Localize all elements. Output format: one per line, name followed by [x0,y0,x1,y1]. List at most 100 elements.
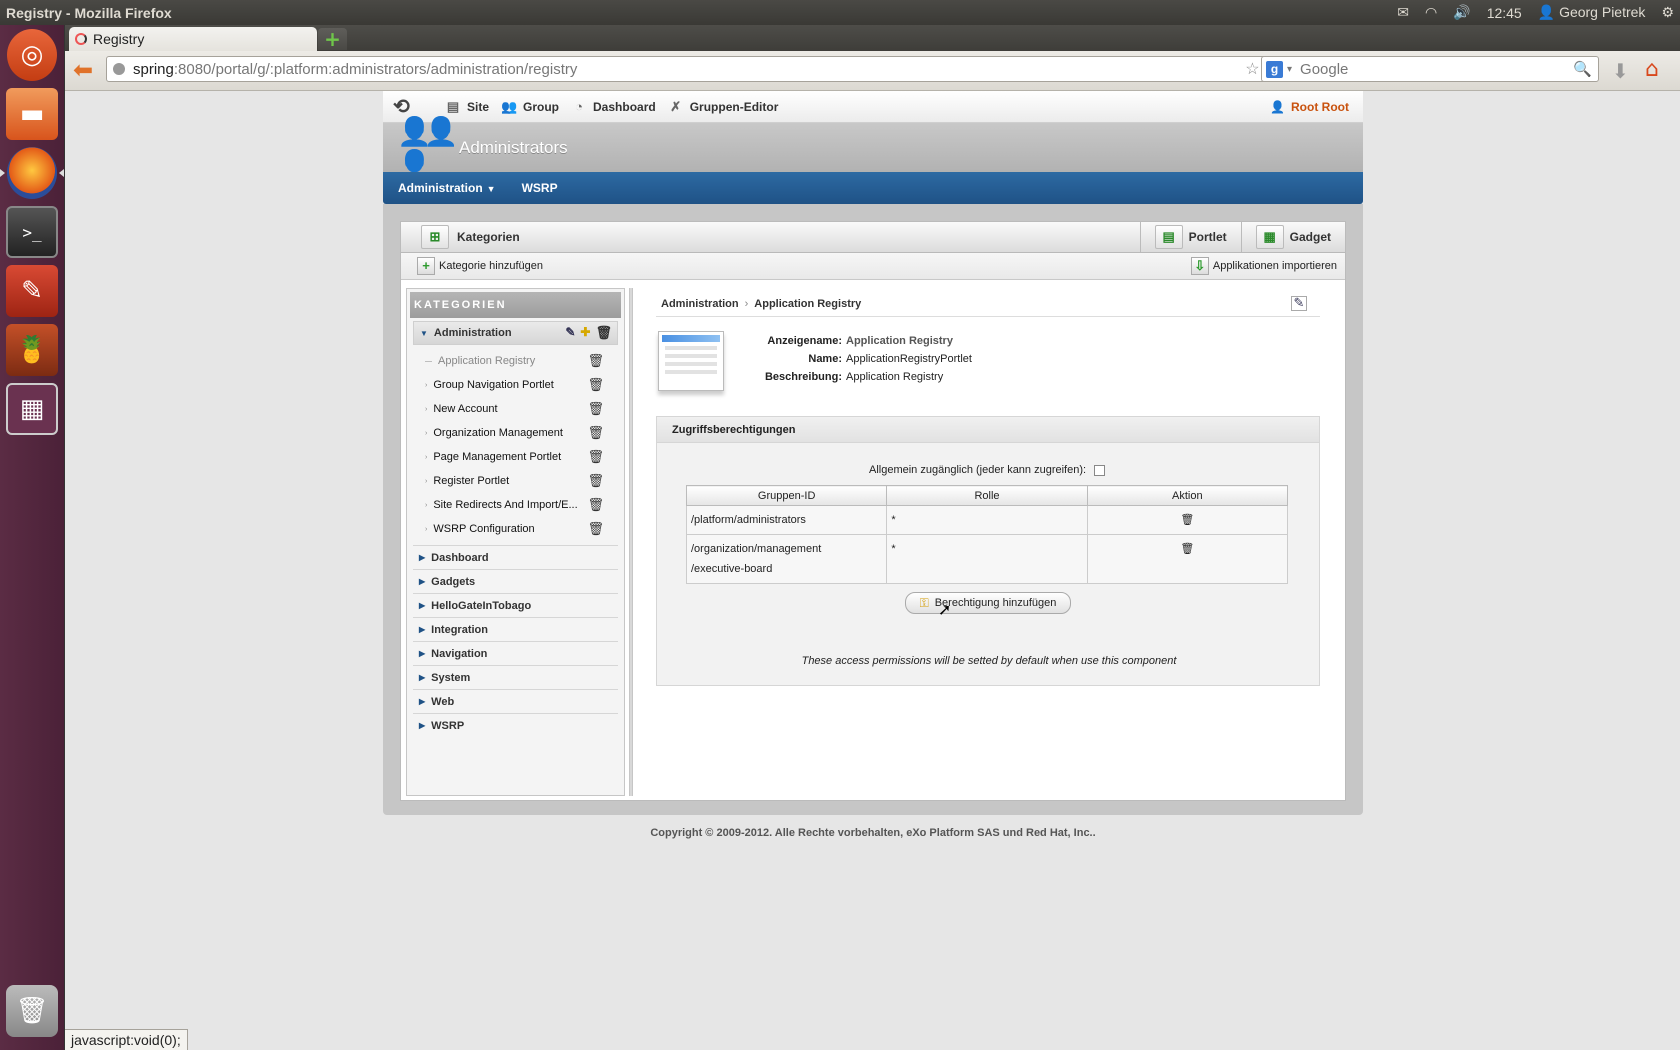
add-category-button[interactable]: + Kategorie hinzufügen [417,257,543,275]
delete-application-icon[interactable]: 🗑 [587,401,604,417]
application-item[interactable]: › Organization Management 🗑 [413,421,618,445]
tab-portlet[interactable]: ▤ Portlet [1139,222,1241,252]
add-permission-label: Berechtigung hinzufügen [934,597,1057,609]
system-settings-icon[interactable]: ✎ [6,265,58,317]
gear-icon[interactable]: ⚙ [1661,4,1674,21]
files-icon[interactable]: ▬ [6,88,58,140]
application-registry-portlet: ⊞ Kategorien ▤ Portlet ▦ Gadget + Kategorie… [400,221,1346,801]
application-item[interactable]: › WSRP Configuration 🗑 [413,517,618,541]
category-item[interactable]: ▶ Dashboard [413,545,618,569]
search-bar[interactable]: g ▾ Google 🔍 [1261,56,1599,82]
cocktail-app-icon[interactable]: 🍍 [6,324,58,376]
nav-administration-label: Administration [398,181,483,195]
role-cell: * [886,505,1088,535]
toolbar-site-label: Site [467,99,490,114]
category-item[interactable]: ▶ Integration [413,617,618,641]
add-category-label: Kategorie hinzufügen [439,260,543,272]
user-icon: 👤 [1537,4,1556,20]
public-access-row: Allgemein zugänglich (jeder kann zugreif… [869,464,1106,476]
category-item-label: Integration [431,623,488,636]
import-applications-button[interactable]: ⇩ Applikationen importieren [1190,257,1337,275]
category-item[interactable]: ▶ Gadgets [413,569,618,593]
url-bar[interactable]: spring:8080/portal/g/:platform:administr… [106,56,1308,82]
application-item[interactable]: › Site Redirects And Import/E... 🗑 [413,493,618,517]
delete-permission-icon[interactable]: 🗑 [1180,514,1194,526]
application-item[interactable]: › Register Portlet 🗑 [413,469,618,493]
delete-application-icon[interactable]: 🗑 [587,353,604,369]
public-access-label: Allgemein zugänglich (jeder kann zugreif… [869,464,1087,476]
category-item[interactable]: ▶ HelloGateInTobago [413,593,618,617]
category-item[interactable]: ▶ Web [413,689,618,713]
wifi-icon[interactable]: ◠ [1425,4,1437,21]
edit-application-icon[interactable]: ✎ [1291,296,1307,311]
toolbar-site[interactable]: ▤ Site [445,99,489,115]
delete-permission-icon[interactable]: 🗑 [1180,543,1194,555]
clock[interactable]: 12:45 [1487,5,1522,21]
search-icon[interactable]: 🔍 [1573,60,1592,78]
delete-application-icon[interactable]: 🗑 [587,377,604,393]
portal-user-menu[interactable]: 👤 Root Root [1270,100,1349,114]
toolbar-group-editor[interactable]: ✗ Gruppen-Editor [668,99,778,115]
nav-administration[interactable]: Administration ▼ [398,181,496,195]
back-button[interactable]: ⬅ [69,57,97,85]
sidebar-heading: KATEGORIEN [410,292,621,318]
application-item[interactable]: ― Application Registry 🗑 [413,349,618,373]
delete-application-icon[interactable]: 🗑 [587,497,604,513]
workspace-switcher-icon[interactable]: ▦ [6,383,58,435]
firefox-icon[interactable] [7,147,57,199]
search-engine-dropdown-icon[interactable]: ▾ [1287,64,1292,75]
user-menu[interactable]: 👤 Georg Pietrek [1538,4,1646,21]
column-header-role: Rolle [886,485,1088,506]
home-icon[interactable]: ⌂ [1645,57,1659,82]
category-header-administration[interactable]: ▼ Administration ✎ ✚ 🗑 [413,321,618,345]
application-item-label: Group Navigation Portlet [433,379,554,391]
add-application-icon[interactable]: ✚ [580,325,590,341]
footer-copyright: Copyright © 2009-2012. Alle Rechte vorbe… [650,827,1096,839]
delete-application-icon[interactable]: 🗑 [587,473,604,489]
registry-tab-bar: ⊞ Kategorien ▤ Portlet ▦ Gadget [401,222,1345,253]
add-permission-button[interactable]: ⚿ Berechtigung hinzufügen [905,592,1071,614]
delete-category-icon[interactable]: 🗑 [595,325,612,341]
application-item[interactable]: › Page Management Portlet 🗑 [413,445,618,469]
category-item[interactable]: ▶ Navigation [413,641,618,665]
application-item[interactable]: › New Account 🗑 [413,397,618,421]
url-path: :8080/portal/g/:platform:administrators/… [173,60,578,78]
application-item[interactable]: › Group Navigation Portlet 🗑 [413,373,618,397]
ubuntu-dash-icon[interactable]: ◎ [7,29,57,81]
bookmark-star-icon[interactable]: ☆ [1245,59,1259,79]
toolbar-dashboard[interactable]: ◔ Dashboard [571,99,656,115]
new-tab-button[interactable]: + [318,28,347,50]
divider [656,316,1320,317]
volume-icon[interactable]: 🔊 [1453,4,1470,21]
display-name-label: Anzeigename: [767,335,842,347]
import-applications-label: Applikationen importieren [1212,260,1337,272]
download-icon[interactable]: ⬇ [1612,59,1629,83]
mouse-cursor-icon: ➚ [938,600,952,619]
terminal-icon[interactable]: >_ [6,206,58,258]
panel-resize-handle[interactable] [629,288,633,796]
delete-application-icon[interactable]: 🗑 [587,425,604,441]
site-identity-icon[interactable] [113,63,125,75]
tab-gadget[interactable]: ▦ Gadget [1240,222,1345,252]
search-engine-icon[interactable]: g [1266,60,1283,78]
category-item[interactable]: ▶ System [413,665,618,689]
edit-category-icon[interactable]: ✎ [565,325,575,341]
display-name-value: Application Registry [846,335,953,347]
application-item-label: Organization Management [433,427,563,439]
public-access-checkbox[interactable] [1094,464,1106,476]
tab-categories[interactable]: ⊞ Kategorien [401,225,520,249]
category-label: Administration [433,327,512,339]
mail-icon[interactable]: ✉ [1397,4,1409,21]
categories-icon: ⊞ [421,225,449,249]
unity-launcher: ◎ ▬ >_ ✎ 🍍 ▦ 🗑 [0,25,65,1050]
table-row: /organization/management /executive-boar… [685,534,1289,584]
nav-wsrp[interactable]: WSRP [522,181,558,195]
category-item[interactable]: ▶ WSRP [413,713,618,737]
action-cell: 🗑 [1086,534,1289,584]
delete-application-icon[interactable]: 🗑 [587,449,604,465]
browser-tab[interactable]: Registry [69,27,317,51]
bullet-icon: › [425,381,428,389]
delete-application-icon[interactable]: 🗑 [587,521,604,537]
trash-icon[interactable]: 🗑 [6,985,58,1037]
toolbar-group[interactable]: 👥 Group [501,99,559,115]
